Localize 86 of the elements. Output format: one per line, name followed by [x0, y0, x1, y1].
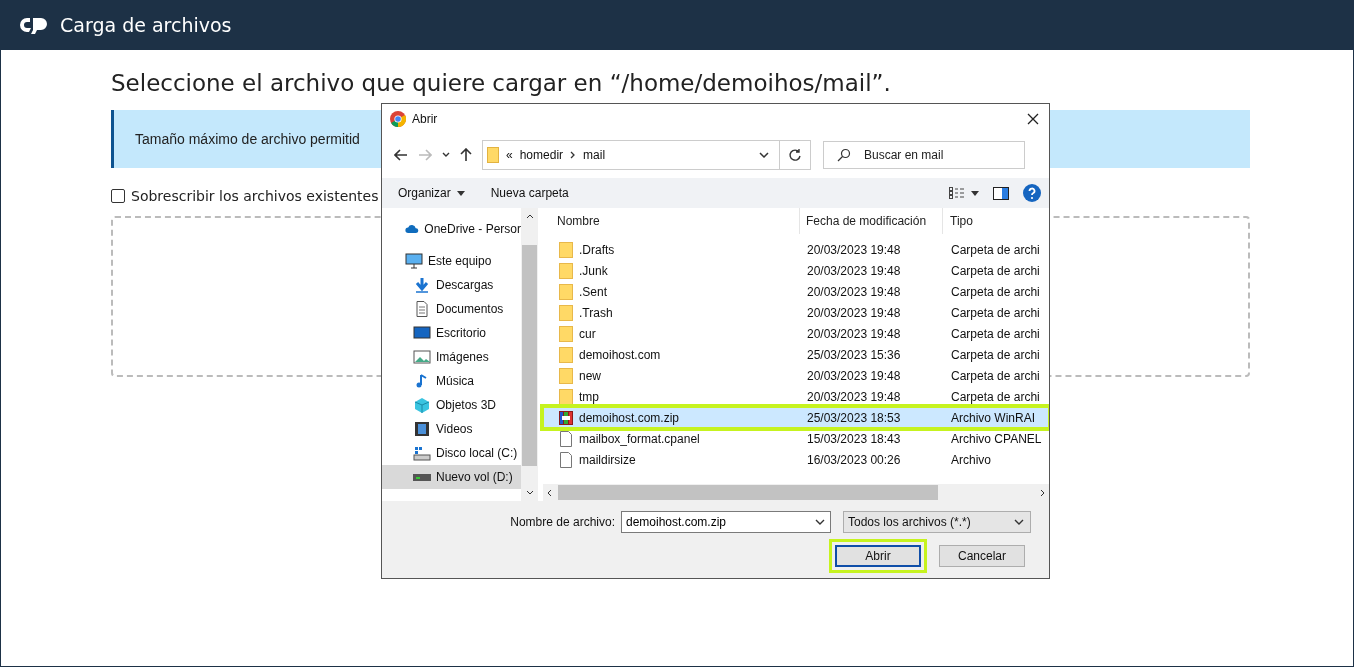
refresh-icon	[788, 148, 802, 162]
sidebar-item[interactable]: Documentos	[382, 297, 521, 321]
file-row[interactable]: .Sent 20/03/2023 19:48 Carpeta de archi	[543, 281, 1049, 302]
view-options-icon[interactable]	[949, 187, 979, 199]
app-title: Carga de archivos	[60, 14, 232, 36]
folder-icon	[559, 304, 573, 321]
image-icon	[413, 349, 431, 365]
scroll-down-icon[interactable]	[525, 490, 534, 495]
logo-icon	[20, 15, 50, 35]
breadcrumb-item[interactable]: mail	[583, 148, 606, 162]
scroll-left-icon[interactable]	[547, 488, 552, 497]
chevron-down-icon[interactable]	[442, 152, 450, 158]
disk-icon	[413, 445, 431, 461]
cube-icon	[413, 397, 431, 413]
filename-field[interactable]: demoihost.com.zip	[621, 511, 831, 533]
back-icon[interactable]	[394, 149, 408, 161]
dialog-title: Abrir	[412, 112, 438, 126]
folder-icon	[559, 262, 573, 279]
file-row[interactable]: tmp 20/03/2023 19:48 Carpeta de archi	[543, 386, 1049, 407]
document-icon	[413, 301, 431, 317]
notice-text: Tamaño máximo de archivo permitid	[135, 131, 360, 147]
file-row[interactable]: .Junk 20/03/2023 19:48 Carpeta de archi	[543, 260, 1049, 281]
address-bar[interactable]: « homedir mail	[482, 140, 779, 170]
open-button[interactable]: Abrir	[835, 545, 921, 567]
column-header[interactable]: Nombre	[543, 208, 800, 234]
chevron-down-icon[interactable]	[759, 152, 769, 158]
file-row[interactable]: .Drafts 20/03/2023 19:48 Carpeta de archi	[543, 239, 1049, 260]
search-icon	[837, 148, 851, 162]
sidebar-item[interactable]: Este equipo	[382, 249, 521, 273]
sidebar-item[interactable]: Descargas	[382, 273, 521, 297]
desktop-icon	[413, 325, 431, 341]
page-heading: Seleccione el archivo que quiere cargar en “/home/demoihos/mail”.	[111, 70, 892, 96]
scroll-up-icon[interactable]	[525, 214, 534, 219]
folder-icon	[487, 147, 499, 163]
scrollbar[interactable]	[543, 484, 1049, 501]
sidebar-item[interactable]: Escritorio	[382, 321, 521, 345]
folder-icon	[559, 283, 573, 300]
file-row[interactable]: new 20/03/2023 19:48 Carpeta de archi	[543, 365, 1049, 386]
up-icon[interactable]	[460, 148, 472, 162]
scroll-right-icon[interactable]	[1040, 488, 1045, 497]
folder-icon	[559, 388, 573, 405]
file-row[interactable]: demoihost.com 25/03/2023 15:36 Carpeta de archi	[543, 344, 1049, 365]
folder-icon	[559, 346, 573, 363]
file-row[interactable]: cur 20/03/2023 19:48 Carpeta de archi	[543, 323, 1049, 344]
close-icon[interactable]	[1027, 113, 1039, 125]
sidebar-item[interactable]: Música	[382, 369, 521, 393]
search-field[interactable]: Buscar en mail	[823, 141, 1025, 169]
overflow-chevrons[interactable]: «	[506, 148, 513, 162]
sidebar-item[interactable]: Nuevo vol (D:)	[382, 465, 521, 489]
column-header[interactable]: Tipo	[943, 208, 973, 234]
chrome-icon	[390, 111, 406, 127]
cancel-button[interactable]: Cancelar	[939, 545, 1025, 567]
toolbar-button[interactable]: Organizar	[392, 184, 471, 202]
file-row[interactable]: demoihost.com.zip 25/03/2023 18:53 Archivo WinRAI	[543, 407, 1049, 428]
caret-icon	[456, 190, 465, 196]
folder-icon	[559, 367, 573, 384]
toolbar-button[interactable]: Nueva carpeta	[484, 184, 575, 202]
file-row[interactable]: maildirsize 16/03/2023 00:26 Archivo	[543, 449, 1049, 470]
checkbox[interactable]	[111, 189, 125, 203]
chevron-down-icon	[1014, 519, 1024, 525]
sidebar-item[interactable]: Videos	[382, 417, 521, 441]
sidebar-item[interactable]: OneDrive - Persor	[382, 217, 521, 241]
file-icon	[559, 451, 573, 468]
column-header[interactable]: Fecha de modificación	[800, 208, 943, 234]
refresh-button[interactable]	[779, 140, 811, 170]
chevron-down-icon[interactable]	[815, 519, 825, 525]
help-icon[interactable]	[1023, 184, 1041, 202]
sidebar-item[interactable]: Imágenes	[382, 345, 521, 369]
download-icon	[413, 277, 431, 293]
file-row[interactable]: mailbox_format.cpanel 15/03/2023 18:43 Archivo CPANEL	[543, 428, 1049, 449]
scrollbar[interactable]	[521, 208, 538, 501]
film-icon	[413, 421, 431, 437]
chevron-right-icon	[570, 151, 577, 159]
file-row[interactable]: .Trash 20/03/2023 19:48 Carpeta de archi	[543, 302, 1049, 323]
folder-icon	[559, 241, 573, 258]
monitor-icon	[405, 253, 423, 269]
checkbox-label: Sobrescribir los archivos existentes	[131, 188, 379, 204]
breadcrumb-item[interactable]: homedir	[519, 148, 564, 162]
filename-label: Nombre de archivo:	[510, 515, 615, 529]
sidebar-item[interactable]: Disco local (C:)	[382, 441, 521, 465]
preview-pane-icon[interactable]	[993, 186, 1009, 200]
file-icon	[559, 430, 573, 447]
file-type-dropdown[interactable]: Todos los archivos (*.*)	[843, 511, 1031, 533]
sidebar-item[interactable]: Objetos 3D	[382, 393, 521, 417]
folder-icon	[559, 325, 573, 342]
archive-icon	[559, 409, 573, 426]
